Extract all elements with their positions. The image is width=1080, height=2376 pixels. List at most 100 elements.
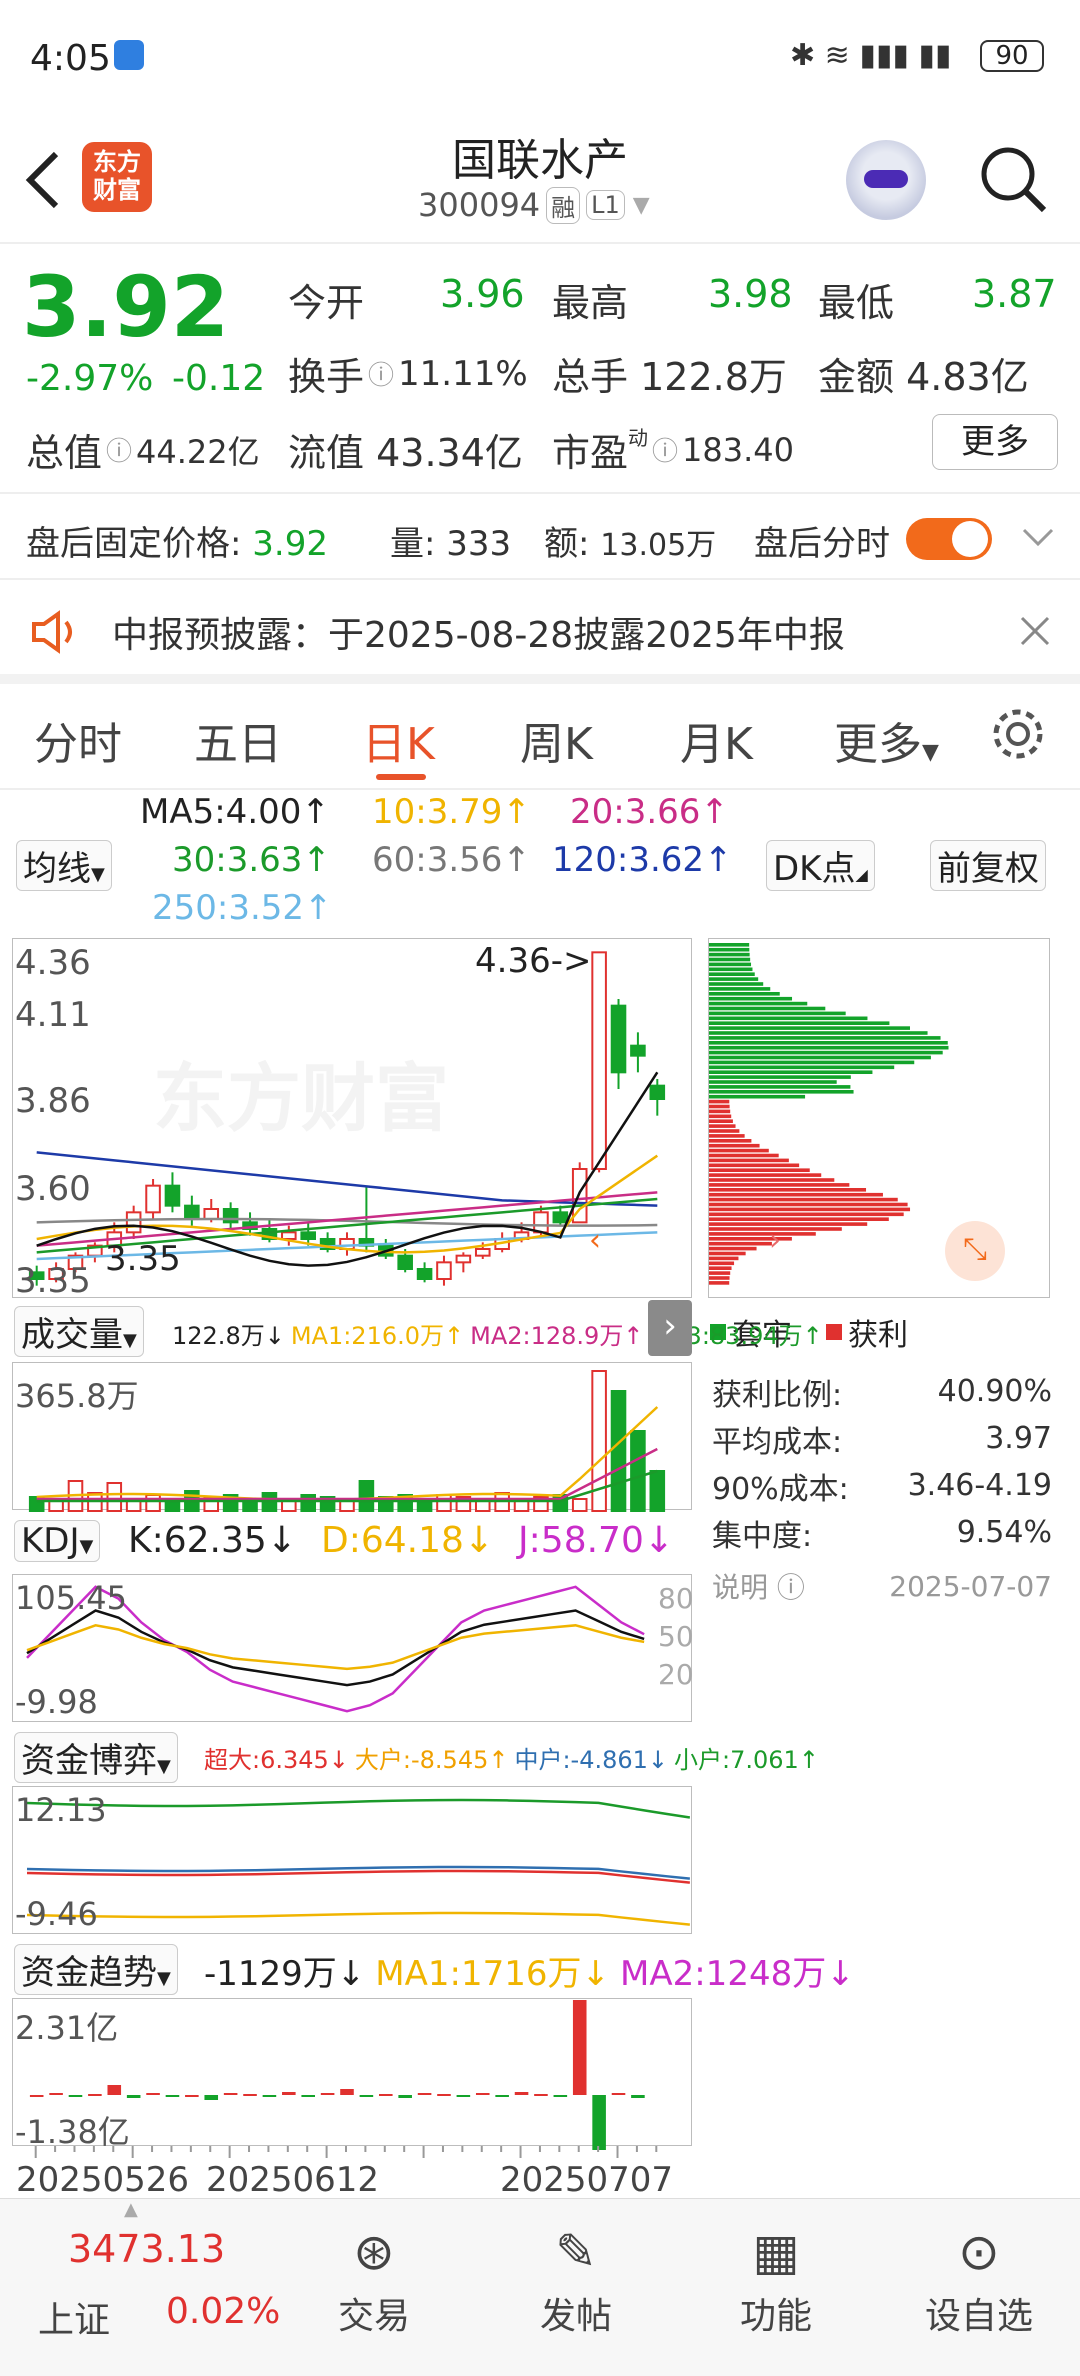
trend-bar	[88, 2094, 102, 2096]
kline-chart[interactable]: 东方财富 4.36 4.11 3.86 3.60 3.35 4.36-> 3.3…	[12, 938, 692, 1301]
nav-post[interactable]: ✎ 发帖	[526, 2217, 626, 2339]
mcap-value: 44.22亿	[136, 432, 260, 471]
info-icon[interactable]: ⓘ	[106, 431, 132, 468]
chip-distribution[interactable]: ⤡ ›	[708, 938, 1050, 1298]
chip-bar	[709, 1266, 732, 1270]
date-end: 20250707	[500, 2160, 674, 2200]
divider	[0, 492, 1080, 494]
chip-bar	[709, 947, 750, 952]
expand-icon[interactable]: ⤡	[945, 1221, 1005, 1281]
chip-bar	[709, 1109, 731, 1114]
ma-dropdown[interactable]: 均线▼	[16, 840, 112, 891]
fund-trend-chart[interactable]: 2.31亿 -1.38亿	[12, 1998, 692, 2151]
open-value: 3.96	[440, 272, 525, 316]
candle-body	[591, 951, 607, 1171]
chip-bar	[709, 992, 780, 996]
settings-gear-icon[interactable]	[990, 706, 1046, 762]
nav-function[interactable]: ▦ 功能	[726, 2217, 826, 2339]
notice-bar[interactable]: 中报预披露：于2025-08-28披露2025年中报	[0, 578, 1080, 684]
nav-watchlist-label: 设自选	[924, 2296, 1033, 2337]
volume-legend: 122.8万↓ MA1:216.0万↑ MA2:128.9万↑ MA3:83.9…	[172, 1316, 823, 1351]
assistant-robot-icon[interactable]	[846, 140, 926, 220]
y-label: 3.60	[15, 1169, 91, 1209]
close-icon[interactable]	[1018, 614, 1052, 648]
kdj-chart[interactable]: 105.45 -9.98	[12, 1574, 692, 1722]
trend-bar	[243, 2094, 257, 2096]
fund-trend-dropdown[interactable]: 资金趋势▼	[14, 1944, 178, 1995]
chip-bar	[709, 1241, 772, 1246]
more-button[interactable]: 更多	[932, 414, 1058, 470]
tab-daily-k[interactable]: 日K	[362, 708, 435, 772]
trend-value: -1129万↓	[204, 1954, 366, 1994]
after-hours-toggle[interactable]	[906, 518, 992, 560]
tab-monthly-k[interactable]: 月K	[680, 708, 753, 772]
chip-bar	[709, 1207, 911, 1212]
turnover-value: 11.11%	[398, 353, 528, 394]
trend-bar	[340, 2089, 354, 2095]
nav-trade[interactable]: ⊛ 交易	[324, 2217, 424, 2339]
dk-point-button[interactable]: DK点◢	[766, 840, 875, 891]
fund-big: 超大:6.345↓	[204, 1746, 349, 1774]
volume-bar	[630, 1430, 646, 1512]
vol-ma1: MA1:216.0万↑	[290, 1322, 465, 1350]
nav-post-label: 发帖	[539, 2296, 612, 2337]
chip-bar	[709, 1148, 769, 1153]
volume-bar	[242, 1500, 258, 1512]
volume-chart[interactable]: 365.8万	[12, 1362, 692, 1512]
date-ticks	[34, 2146, 658, 2158]
tab-more[interactable]: 更多▼	[834, 708, 939, 772]
fund-big-line	[26, 1869, 690, 1884]
trend-bar	[359, 2095, 374, 2097]
adjust-button[interactable]: 前复权	[930, 840, 1046, 891]
index-widget[interactable]: ▲ 3473.13 上证 0.02%	[0, 2199, 280, 2376]
chevron-right-icon[interactable]: ›	[769, 1223, 781, 1258]
chip-bar	[709, 1246, 757, 1251]
stock-code-row[interactable]: 300094 融 L1 ▼	[418, 186, 650, 224]
chip-bar	[709, 1173, 822, 1177]
chip-bar	[709, 1261, 735, 1266]
ma60-label: 60:3.56↑	[372, 840, 531, 880]
candle-body	[416, 1268, 433, 1280]
fund-legend: 超大:6.345↓ 大户:-8.545↑ 中户:-4.861↓ 小户:7.061…	[204, 1740, 819, 1775]
volume-bar	[358, 1480, 375, 1512]
chevron-left-icon[interactable]: ‹	[589, 1223, 601, 1258]
caret-down-icon: ▼	[922, 740, 939, 765]
y-label: 4.11	[15, 995, 91, 1035]
collapse-arrow-button[interactable]: ›	[648, 1300, 692, 1356]
low-value: 3.87	[972, 272, 1057, 316]
total-vol: 总手 122.8万	[552, 346, 787, 401]
tab-intraday[interactable]: 分时	[34, 708, 122, 772]
chevron-down-icon[interactable]	[1022, 526, 1054, 550]
chip-bar	[709, 1222, 868, 1226]
speaker-icon	[32, 610, 72, 654]
chip-bar	[709, 1251, 746, 1256]
trend-bar	[398, 2095, 412, 2098]
y-label: 4.36	[15, 943, 91, 983]
info-icon[interactable]: ⓘ	[368, 355, 394, 392]
chip-note-row[interactable]: 说明 ⓘ 2025-07-07	[712, 1556, 1052, 1616]
kdj-dropdown[interactable]: KDJ▼	[14, 1520, 101, 1562]
fund-ymax: 12.13	[15, 1791, 107, 1829]
kdj-level-50: 50	[658, 1620, 694, 1653]
chip-bar	[709, 1094, 806, 1099]
trend-dropdown-label: 资金趋势	[21, 1953, 157, 1993]
chip-bar	[709, 1192, 883, 1197]
tab-five-day[interactable]: 五日	[194, 708, 282, 772]
fund-small: 小户:7.061↑	[674, 1746, 819, 1774]
chip-bar	[709, 1232, 816, 1236]
tab-weekly-k[interactable]: 周K	[520, 708, 593, 772]
date-mid: 20250612	[206, 2160, 380, 2200]
notice-text: 中报预披露：于2025-08-28披露2025年中报	[112, 615, 845, 656]
volume-dropdown[interactable]: 成交量▼	[14, 1306, 144, 1357]
ma250-label: 250:3.52↑	[152, 888, 333, 928]
info-icon[interactable]: ⓘ	[652, 431, 678, 468]
fund-game-dropdown[interactable]: 资金博弈▼	[14, 1732, 178, 1783]
vol-value: 122.8万↓	[172, 1322, 285, 1350]
nav-watchlist[interactable]: ⊙ 设自选	[914, 2217, 1044, 2339]
index-pct: 0.02%	[166, 2291, 281, 2332]
chip-stat-row: 平均成本: 3.97	[712, 1415, 1052, 1462]
trend-bar	[379, 2094, 393, 2096]
fund-game-chart[interactable]: 12.13 -9.46	[12, 1786, 692, 1934]
trend-bar	[204, 2095, 219, 2100]
search-icon[interactable]	[978, 144, 1048, 214]
